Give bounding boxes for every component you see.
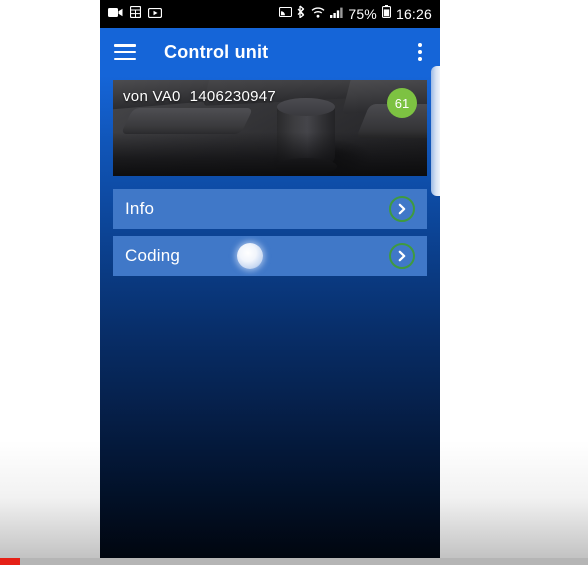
control-unit-image-card[interactable]: von VA0 1406230947 61 xyxy=(113,80,427,176)
hamburger-menu-icon[interactable] xyxy=(114,44,136,60)
clock-label: 16:26 xyxy=(395,6,432,22)
touch-ripple-indicator xyxy=(237,243,263,269)
overflow-dot xyxy=(418,43,422,47)
android-status-bar: 75% 16:26 xyxy=(100,0,440,28)
side-panel-edge[interactable] xyxy=(431,66,440,196)
app-bar: Control unit xyxy=(100,28,440,76)
video-camera-icon xyxy=(108,5,123,23)
video-page-background: 75% 16:26 Control unit von VA0 140623094… xyxy=(0,0,588,565)
page-title: Control unit xyxy=(164,41,269,62)
battery-icon xyxy=(381,5,392,23)
hamburger-line xyxy=(114,44,136,47)
device-ridge xyxy=(120,108,254,134)
hamburger-line xyxy=(114,50,136,54)
status-bar-left-icons xyxy=(108,5,163,23)
status-badge: 61 xyxy=(387,88,417,118)
list-item-label: Coding xyxy=(125,246,181,265)
cellular-signal-icon xyxy=(330,5,343,23)
list-item-label: Info xyxy=(125,199,155,218)
image-vignette xyxy=(113,132,427,176)
video-progress-fill xyxy=(0,558,20,565)
video-progress-track[interactable] xyxy=(0,558,588,565)
overflow-menu-icon[interactable] xyxy=(414,39,426,65)
grid-app-icon xyxy=(129,5,142,23)
battery-percent-label: 75% xyxy=(348,6,377,22)
main-content: von VA0 1406230947 61 Info Coding xyxy=(100,66,440,558)
overflow-dot xyxy=(418,50,422,54)
wifi-icon xyxy=(311,5,325,23)
hamburger-line xyxy=(114,57,136,60)
status-bar-right-icons: 75% 16:26 xyxy=(279,5,432,23)
device-knob-top xyxy=(277,98,335,116)
media-player-icon xyxy=(147,5,163,23)
overflow-dot xyxy=(418,57,422,61)
list-item-coding[interactable]: Coding xyxy=(113,236,427,276)
screen-cast-icon xyxy=(279,5,293,23)
control-unit-label: von VA0 1406230947 xyxy=(123,88,277,105)
phone-screen: 75% 16:26 Control unit von VA0 140623094… xyxy=(100,0,440,558)
bluetooth-icon xyxy=(297,5,306,23)
list-item-info[interactable]: Info xyxy=(113,189,427,229)
chevron-right-circle-icon[interactable] xyxy=(389,243,415,269)
chevron-right-circle-icon[interactable] xyxy=(389,196,415,222)
